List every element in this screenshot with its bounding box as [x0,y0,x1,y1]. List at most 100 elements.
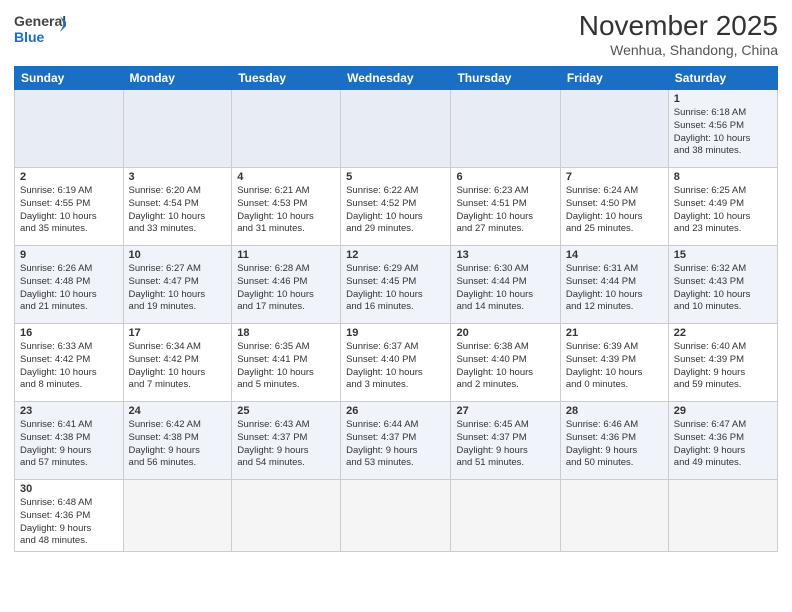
calendar-day-cell [451,480,560,552]
calendar-day-cell [341,90,451,168]
day-number: 25 [237,405,335,417]
day-number: 4 [237,171,335,183]
svg-text:General: General [14,13,66,29]
day-number: 22 [674,327,772,339]
day-info: Sunrise: 6:20 AMSunset: 4:54 PMDaylight:… [129,185,227,236]
day-info: Sunrise: 6:48 AMSunset: 4:36 PMDaylight:… [20,497,118,548]
day-number: 11 [237,249,335,261]
day-info: Sunrise: 6:32 AMSunset: 4:43 PMDaylight:… [674,263,772,314]
day-info: Sunrise: 6:40 AMSunset: 4:39 PMDaylight:… [674,341,772,392]
day-number: 5 [346,171,445,183]
calendar-day-cell [232,480,341,552]
calendar-day-cell: 12 Sunrise: 6:29 AMSunset: 4:45 PMDayligh… [341,246,451,324]
day-number: 20 [456,327,554,339]
calendar-day-cell: 6 Sunrise: 6:23 AMSunset: 4:51 PMDaylight… [451,168,560,246]
calendar-day-cell [123,480,232,552]
day-number: 9 [20,249,118,261]
col-saturday: Saturday [668,67,777,90]
col-wednesday: Wednesday [341,67,451,90]
day-info: Sunrise: 6:19 AMSunset: 4:55 PMDaylight:… [20,185,118,236]
calendar-day-cell: 22 Sunrise: 6:40 AMSunset: 4:39 PMDayligh… [668,324,777,402]
calendar-week-row: 9Sunrise: 6:26 AMSunset: 4:48 PMDaylight… [15,246,778,324]
calendar-day-cell: 11 Sunrise: 6:28 AMSunset: 4:46 PMDayligh… [232,246,341,324]
calendar-day-cell [451,90,560,168]
day-info: Sunrise: 6:22 AMSunset: 4:52 PMDaylight:… [346,185,445,236]
calendar-day-cell [123,90,232,168]
day-info: Sunrise: 6:18 AMSunset: 4:56 PMDaylight:… [674,107,772,158]
calendar-day-cell: 28Sunrise: 6:46 AMSunset: 4:36 PMDayligh… [560,402,668,480]
calendar-day-cell [560,480,668,552]
calendar-day-cell: 29 Sunrise: 6:47 AMSunset: 4:36 PMDayligh… [668,402,777,480]
calendar-day-cell: 9Sunrise: 6:26 AMSunset: 4:48 PMDaylight… [15,246,124,324]
day-info: Sunrise: 6:21 AMSunset: 4:53 PMDaylight:… [237,185,335,236]
day-number: 10 [129,249,227,261]
day-info: Sunrise: 6:45 AMSunset: 4:37 PMDaylight:… [456,419,554,470]
calendar-day-cell: 15Sunrise: 6:32 AMSunset: 4:43 PMDayligh… [668,246,777,324]
calendar-day-cell: 5 Sunrise: 6:22 AMSunset: 4:52 PMDaylight… [341,168,451,246]
calendar-day-cell: 3 Sunrise: 6:20 AMSunset: 4:54 PMDaylight… [123,168,232,246]
day-number: 19 [346,327,445,339]
day-info: Sunrise: 6:44 AMSunset: 4:37 PMDaylight:… [346,419,445,470]
calendar-day-cell: 23 Sunrise: 6:41 AMSunset: 4:38 PMDayligh… [15,402,124,480]
day-number: 27 [456,405,554,417]
day-number: 12 [346,249,445,261]
calendar-day-cell: 27 Sunrise: 6:45 AMSunset: 4:37 PMDayligh… [451,402,560,480]
day-info: Sunrise: 6:31 AMSunset: 4:44 PMDaylight:… [566,263,663,314]
calendar-day-cell: 8Sunrise: 6:25 AMSunset: 4:49 PMDaylight… [668,168,777,246]
day-info: Sunrise: 6:34 AMSunset: 4:42 PMDaylight:… [129,341,227,392]
col-tuesday: Tuesday [232,67,341,90]
calendar-day-cell: 30 Sunrise: 6:48 AMSunset: 4:36 PMDayligh… [15,480,124,552]
calendar-day-cell: 18 Sunrise: 6:35 AMSunset: 4:41 PMDayligh… [232,324,341,402]
col-friday: Friday [560,67,668,90]
calendar-day-cell [560,90,668,168]
title-block: November 2025 Wenhua, Shandong, China [579,10,778,58]
calendar-day-cell: 10 Sunrise: 6:27 AMSunset: 4:47 PMDayligh… [123,246,232,324]
day-info: Sunrise: 6:29 AMSunset: 4:45 PMDaylight:… [346,263,445,314]
day-number: 6 [456,171,554,183]
generalblue-logo-icon: General Blue [14,10,66,48]
calendar-week-row: 30 Sunrise: 6:48 AMSunset: 4:36 PMDayligh… [15,480,778,552]
day-info: Sunrise: 6:47 AMSunset: 4:36 PMDaylight:… [674,419,772,470]
calendar-day-cell: 17Sunrise: 6:34 AMSunset: 4:42 PMDayligh… [123,324,232,402]
day-number: 23 [20,405,118,417]
col-sunday: Sunday [15,67,124,90]
day-info: Sunrise: 6:30 AMSunset: 4:44 PMDaylight:… [456,263,554,314]
page: General Blue November 2025 Wenhua, Shand… [0,0,792,612]
day-number: 24 [129,405,227,417]
day-number: 16 [20,327,118,339]
calendar-day-cell [15,90,124,168]
day-number: 21 [566,327,663,339]
day-number: 18 [237,327,335,339]
calendar-day-cell: 16 Sunrise: 6:33 AMSunset: 4:42 PMDayligh… [15,324,124,402]
calendar-week-row: 16 Sunrise: 6:33 AMSunset: 4:42 PMDayligh… [15,324,778,402]
calendar-day-cell: 20 Sunrise: 6:38 AMSunset: 4:40 PMDayligh… [451,324,560,402]
calendar-day-cell [232,90,341,168]
calendar-day-cell: 14Sunrise: 6:31 AMSunset: 4:44 PMDayligh… [560,246,668,324]
col-monday: Monday [123,67,232,90]
month-title: November 2025 [579,10,778,42]
day-info: Sunrise: 6:38 AMSunset: 4:40 PMDaylight:… [456,341,554,392]
day-number: 1 [674,93,772,105]
day-info: Sunrise: 6:35 AMSunset: 4:41 PMDaylight:… [237,341,335,392]
location: Wenhua, Shandong, China [579,42,778,58]
day-number: 29 [674,405,772,417]
calendar-day-cell [668,480,777,552]
calendar-day-cell: 13 Sunrise: 6:30 AMSunset: 4:44 PMDayligh… [451,246,560,324]
day-number: 28 [566,405,663,417]
day-number: 30 [20,483,118,495]
day-info: Sunrise: 6:41 AMSunset: 4:38 PMDaylight:… [20,419,118,470]
day-info: Sunrise: 6:42 AMSunset: 4:38 PMDaylight:… [129,419,227,470]
calendar-week-row: 23 Sunrise: 6:41 AMSunset: 4:38 PMDayligh… [15,402,778,480]
day-info: Sunrise: 6:33 AMSunset: 4:42 PMDaylight:… [20,341,118,392]
day-info: Sunrise: 6:27 AMSunset: 4:47 PMDaylight:… [129,263,227,314]
calendar-table: Sunday Monday Tuesday Wednesday Thursday… [14,66,778,552]
day-number: 3 [129,171,227,183]
day-number: 13 [456,249,554,261]
day-info: Sunrise: 6:43 AMSunset: 4:37 PMDaylight:… [237,419,335,470]
calendar-header-row: Sunday Monday Tuesday Wednesday Thursday… [15,67,778,90]
day-info: Sunrise: 6:23 AMSunset: 4:51 PMDaylight:… [456,185,554,236]
header: General Blue November 2025 Wenhua, Shand… [14,10,778,58]
day-info: Sunrise: 6:39 AMSunset: 4:39 PMDaylight:… [566,341,663,392]
day-info: Sunrise: 6:28 AMSunset: 4:46 PMDaylight:… [237,263,335,314]
calendar-day-cell: 1 Sunrise: 6:18 AMSunset: 4:56 PMDaylight… [668,90,777,168]
